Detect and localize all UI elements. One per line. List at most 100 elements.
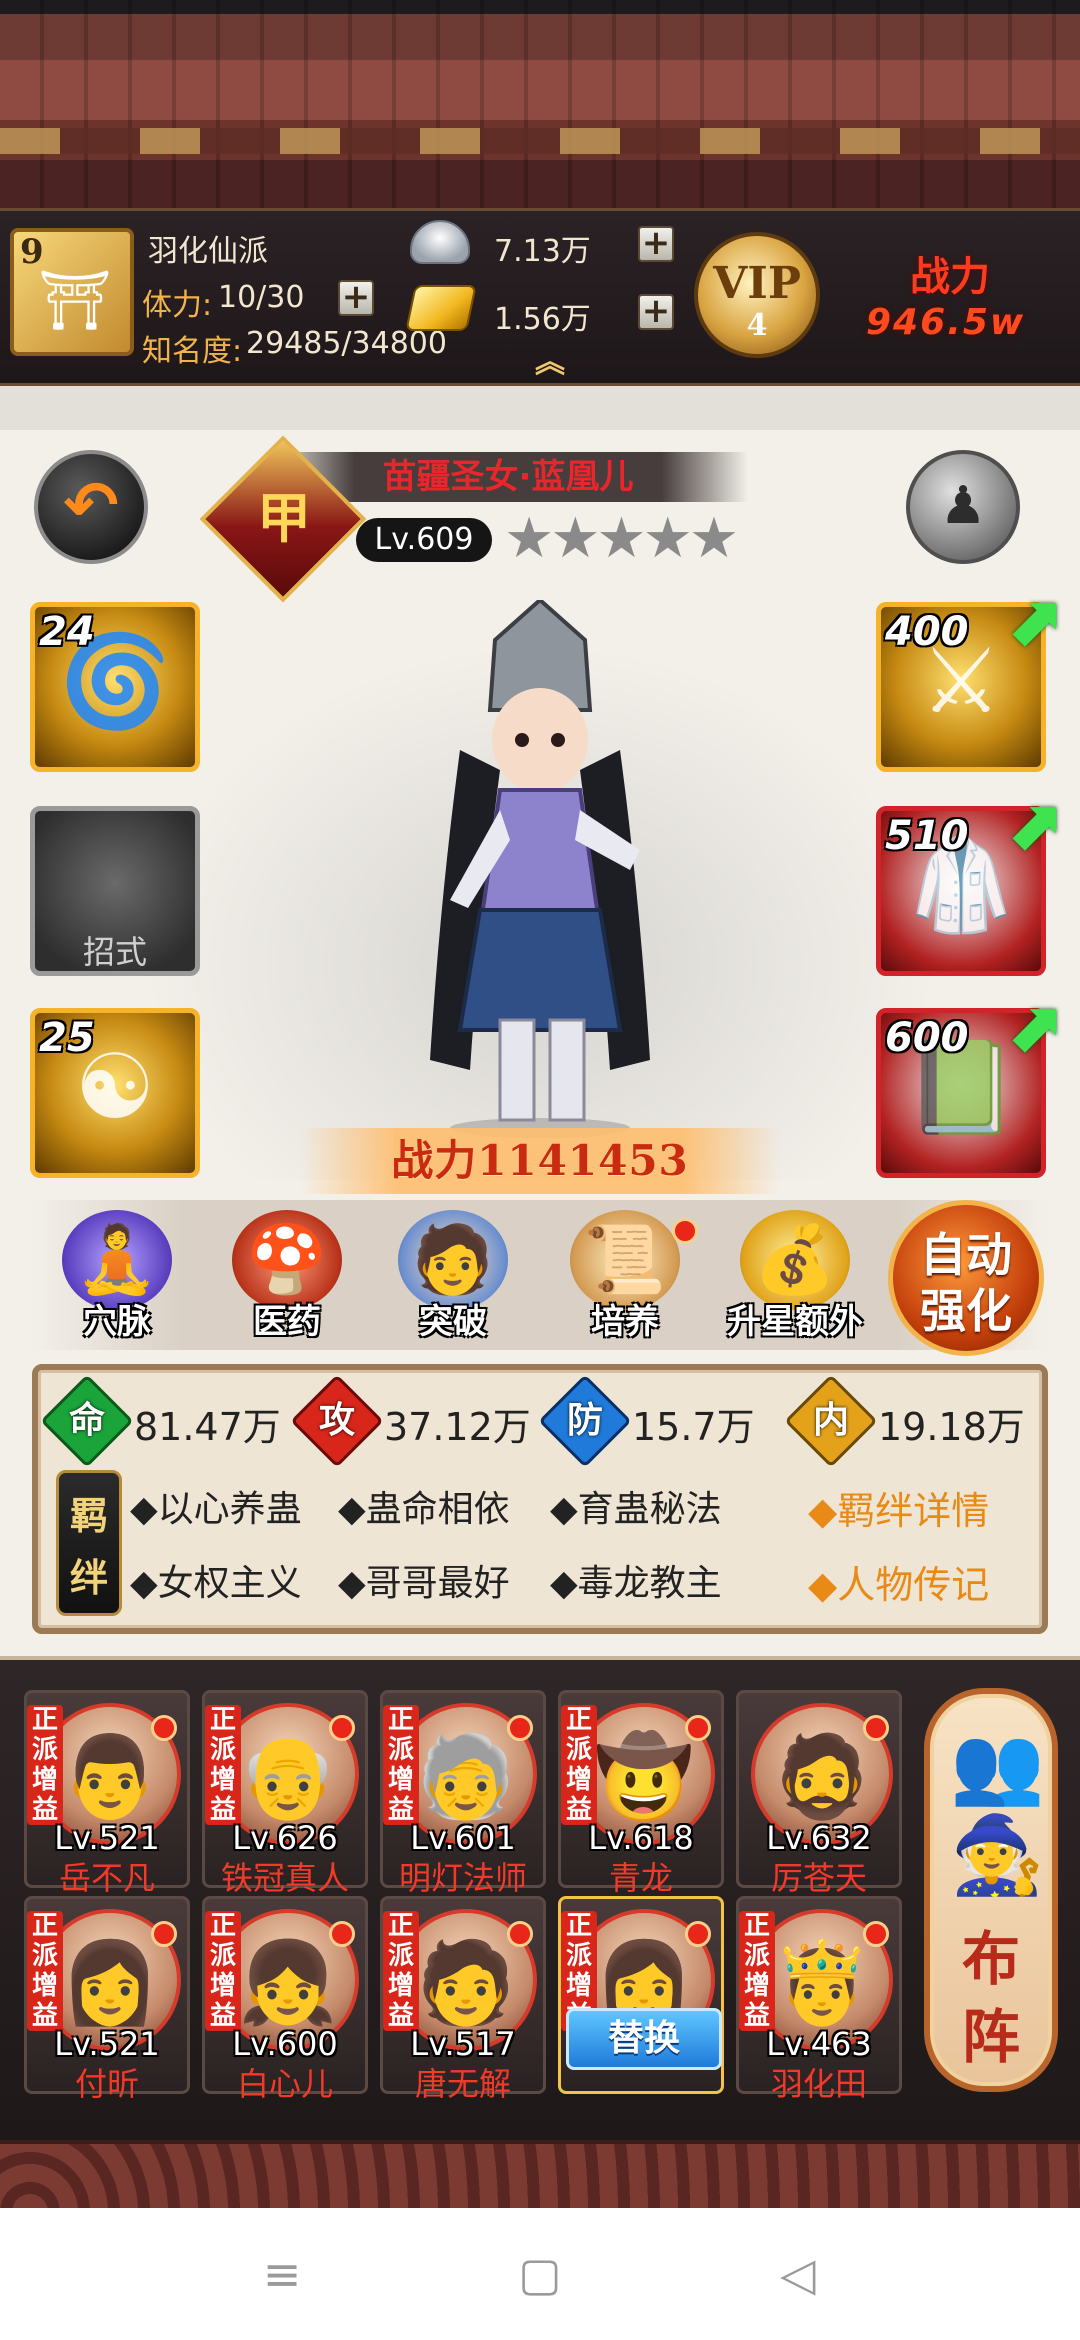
upgrade-arrow-icon[interactable]: ⬈ <box>1004 586 1074 656</box>
team-member[interactable]: 👨 正派 增益 Lv.521 岳不凡 <box>24 1690 190 1897</box>
attack-value: 37.12万 <box>384 1405 531 1449</box>
notification-dot <box>507 1921 533 1947</box>
bond-item: ◆育蛊秘法 <box>550 1489 722 1530</box>
team-member[interactable]: 👴 正派 增益 Lv.626 铁冠真人 <box>202 1690 368 1897</box>
formation-portraits-icon: 👥 🧙 <box>950 1720 1045 1899</box>
stamina-label: 体力: <box>142 288 213 323</box>
member-level: Lv.517 <box>410 2025 516 2063</box>
defense-gem-text: 防 <box>566 1400 603 1441</box>
member-name: 明灯法师 <box>398 1859 527 1897</box>
floor-decoration <box>0 2140 1080 2208</box>
bond-item: ◆女权主义 <box>130 1563 302 1604</box>
silver-amount: 7.13万 <box>494 234 591 269</box>
pagoda-icon: ⛩ <box>38 266 112 334</box>
biography-link[interactable]: ◆人物传记 <box>808 1554 989 1609</box>
member-level: Lv.632 <box>766 1819 872 1857</box>
bond-item: ◆毒龙教主 <box>550 1563 722 1604</box>
bond-item: ◆以心养蛊 <box>130 1489 302 1530</box>
buff-tag: 正派增益 <box>383 1705 419 1825</box>
hero-star-rating: ★★★★★ <box>504 506 739 571</box>
defense-value: 15.7万 <box>632 1405 755 1449</box>
total-power-label: 战力 <box>910 253 990 300</box>
breakthrough-button[interactable]: 🧑 突破 <box>378 1210 528 1360</box>
skill-slot-3[interactable]: 25 ☯ <box>30 1008 200 1178</box>
upgrade-arrow-icon[interactable]: ⬈ <box>1004 992 1074 1062</box>
add-silver-button[interactable]: + <box>638 226 674 262</box>
skill-slot-empty[interactable]: 招式 <box>30 806 200 976</box>
team-member[interactable]: 🤴 正派 增益 Lv.463 羽化田 <box>736 1896 902 2103</box>
stat-defense: 防 15.7万 <box>538 1374 808 1468</box>
breakthrough-label: 突破 <box>419 1302 487 1342</box>
team-member[interactable]: 🧑 正派 增益 Lv.517 唐无解 <box>380 1896 546 2103</box>
notification-dot <box>151 1921 177 1947</box>
team-member[interactable]: 👩 正派 增益 Lv.521 付昕 <box>24 1896 190 2103</box>
attack-gem-text: 攻 <box>318 1400 355 1441</box>
upgrade-arrow-icon[interactable]: ⬈ <box>1004 790 1074 860</box>
expand-chevron-icon[interactable]: ︽ <box>524 348 576 378</box>
buff-tag: 正派增益 <box>27 1705 63 1825</box>
vip-text: VIP <box>713 258 801 309</box>
skill-slot-level: 25 <box>39 1015 95 1061</box>
notification-dot <box>329 1921 355 1947</box>
member-name: 羽化田 <box>770 2065 867 2103</box>
add-stamina-button[interactable]: + <box>338 280 374 316</box>
back-button[interactable]: ↶ <box>34 450 148 564</box>
home-icon[interactable]: ▢ <box>500 2234 580 2314</box>
buff-tag: 正派增益 <box>205 1705 241 1825</box>
team-member[interactable]: 👧 正派 增益 Lv.600 白心儿 <box>202 1896 368 2103</box>
notification-dot <box>863 1921 889 1947</box>
gold-ingot-icon <box>405 285 477 331</box>
team-member[interactable]: 🧔 Lv.632 厉苍天 <box>736 1690 902 1897</box>
inner-gem-text: 内 <box>812 1400 849 1441</box>
member-level: Lv.618 <box>588 1819 694 1857</box>
member-name: 铁冠真人 <box>220 1859 349 1897</box>
member-name: 唐无解 <box>414 2065 511 2103</box>
notification-dot <box>685 1715 711 1741</box>
player-name: 羽化仙派 <box>148 234 268 269</box>
member-level: Lv.521 <box>54 1819 160 1857</box>
fame-value: 29485/34800 <box>246 326 447 361</box>
notification-dot <box>672 1218 698 1244</box>
menu-icon[interactable]: ≡ <box>242 2234 322 2314</box>
auto-enhance-button[interactable]: 自动 强化 <box>888 1200 1044 1356</box>
buff-tag: 正派增益 <box>739 1911 775 2031</box>
bond-item: ◆蛊命相依 <box>338 1489 510 1530</box>
equip-slot-level: 600 <box>885 1015 969 1061</box>
roof-decoration <box>0 0 1080 208</box>
buff-tag: 正派增益 <box>205 1911 241 2031</box>
bond-details-link[interactable]: ◆羁绊详情 <box>808 1480 989 1535</box>
equip-slot-level: 400 <box>885 609 969 655</box>
team-member[interactable]: 🤠 正派 增益 Lv.618 青龙 <box>558 1690 724 1897</box>
member-name: 青龙 <box>608 1859 673 1897</box>
replace-button[interactable]: 替换 <box>566 2008 722 2070</box>
hero-name: 苗疆圣女·蓝凰儿 <box>382 457 634 497</box>
notification-dot <box>685 1921 711 1947</box>
team-member[interactable]: 🧓 正派 增益 Lv.601 明灯法师 <box>380 1690 546 1897</box>
notification-dot <box>863 1715 889 1741</box>
member-level: Lv.601 <box>410 1819 516 1857</box>
add-gold-button[interactable]: + <box>638 294 674 330</box>
buff-tag: 正派增益 <box>561 1705 597 1825</box>
member-level: Lv.626 <box>232 1819 338 1857</box>
equip-slot-level: 510 <box>885 813 969 859</box>
hero-level: Lv.609 <box>356 518 492 562</box>
hp-gem-text: 命 <box>68 1400 105 1441</box>
stamina-value: 10/30 <box>218 280 305 315</box>
star-up-label: 升星额外 <box>727 1302 863 1342</box>
member-level: Lv.521 <box>54 2025 160 2063</box>
formation-label: 布阵 <box>961 1925 1020 2071</box>
vip-level: 4 <box>746 308 768 343</box>
medicine-label: 医药 <box>253 1302 321 1342</box>
hero-character-figure[interactable] <box>400 600 680 1140</box>
member-level: Lv.600 <box>232 2025 338 2063</box>
hero-portrait-toggle-button[interactable]: ♟ <box>906 450 1020 564</box>
meridian-button[interactable]: 🧘 穴脉 <box>42 1210 192 1360</box>
medicine-button[interactable]: 🍄 医药 <box>212 1210 362 1360</box>
member-name: 厉苍天 <box>770 1859 867 1897</box>
skill-slot-1[interactable]: 24 🌀 <box>30 602 200 772</box>
star-up-button[interactable]: 💰 升星额外 <box>720 1210 870 1360</box>
vip-badge[interactable]: VIP 4 <box>694 232 820 358</box>
roof-eave <box>0 128 1080 154</box>
back-nav-icon[interactable]: ◁ <box>758 2234 838 2314</box>
inner-value: 19.18万 <box>878 1405 1025 1449</box>
